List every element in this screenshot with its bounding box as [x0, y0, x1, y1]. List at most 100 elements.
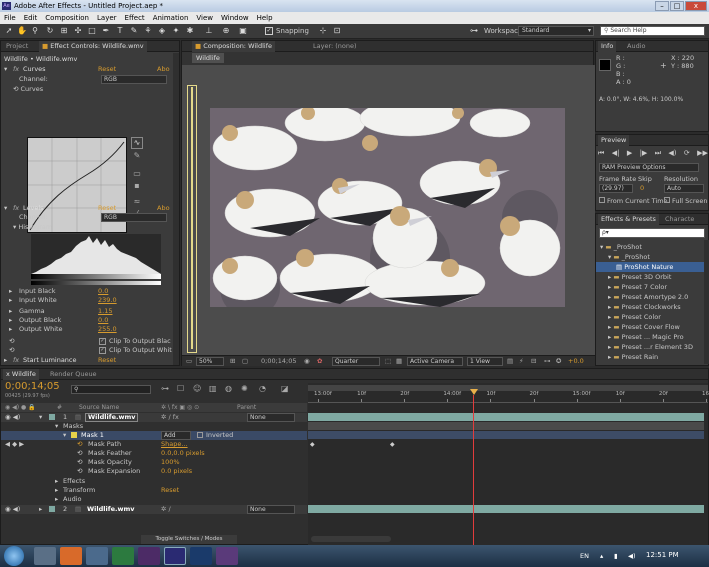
levels-reset-link[interactable]: Reset	[98, 204, 116, 213]
explorer-icon[interactable]	[34, 547, 56, 565]
selection-tool-icon[interactable]: ➚	[4, 26, 14, 36]
menu-layer[interactable]: Layer	[93, 12, 121, 24]
curves-channel-select[interactable]: RGB	[101, 75, 167, 84]
menu-view[interactable]: View	[192, 12, 217, 24]
menu-file[interactable]: File	[0, 12, 20, 24]
brush-tool-icon[interactable]: ✎	[129, 26, 139, 36]
levels-about-link[interactable]: Abo	[157, 204, 170, 213]
expand-triangle-icon[interactable]: ▾	[39, 413, 42, 422]
stopwatch-icon[interactable]: ⟲	[77, 458, 82, 467]
camera-tool-icon[interactable]: ⊞	[59, 26, 69, 36]
menu-effect[interactable]: Effect	[121, 12, 149, 24]
snap-edges-icon[interactable]: ⊡	[332, 26, 342, 36]
effects-list-item[interactable]: ▸ ▬ Preset Amortype 2.0	[596, 292, 704, 302]
ram-preview-icon[interactable]: ▶▶	[697, 149, 708, 159]
resolution-select[interactable]: Quarter	[332, 357, 380, 366]
start-button-icon[interactable]	[4, 546, 24, 566]
menu-help[interactable]: Help	[253, 12, 277, 24]
parent-select[interactable]: None	[247, 505, 295, 514]
tab-character[interactable]: Characte	[662, 214, 697, 225]
zoom-tool-icon[interactable]: ⚲	[30, 26, 40, 36]
view-layout-select[interactable]: 1 View	[467, 357, 503, 366]
tab-layer[interactable]: Layer: (none)	[310, 41, 360, 52]
world-axis-icon[interactable]: ⊕	[221, 26, 231, 36]
timeline-timecode[interactable]: 0;00;14;05	[5, 381, 60, 392]
levels-output-gradient[interactable]	[31, 281, 161, 285]
effects-search-input[interactable]: ρ▾	[599, 228, 705, 238]
label-color-swatch[interactable]	[49, 506, 55, 512]
parent-header[interactable]: Parent	[237, 403, 256, 412]
layer-name[interactable]: Wildlife.wmv	[87, 505, 134, 514]
effects-list-item[interactable]: ▾ ▬ _ProShot	[596, 242, 704, 252]
audio-icon[interactable]: ◀)	[668, 149, 676, 159]
visibility-eye-icon[interactable]: ◉ ◀)	[5, 413, 20, 422]
play-icon[interactable]: ▶	[627, 149, 632, 159]
curves-effect-row[interactable]: ▾ fx Curves Reset Abo	[1, 65, 179, 74]
tab-effects-presets[interactable]: Effects & Presets	[598, 214, 659, 225]
brainstorm-icon[interactable]: ✺	[241, 384, 248, 393]
levels-input-gradient[interactable]	[31, 274, 161, 279]
ie-icon[interactable]	[86, 547, 108, 565]
start-luminance-row[interactable]: ▸ fx Start Luminance Reset	[1, 356, 179, 365]
effects-list-item[interactable]: ▸ ▬ Preset Cover Flow	[596, 322, 704, 332]
eraser-tool-icon[interactable]: ◈	[157, 26, 167, 36]
timeline-icon[interactable]: ⊟	[531, 357, 536, 365]
graph-editor-icon[interactable]: ◔	[259, 384, 266, 393]
maximize-button[interactable]: □	[670, 1, 684, 11]
tab-info[interactable]: Info	[598, 41, 617, 52]
search-help-input[interactable]: ⚲ Search Help	[600, 26, 705, 36]
local-axis-icon[interactable]: ⊥	[204, 26, 214, 36]
effects-list-item[interactable]: ▸ ▬ Preset ...r Element 3D	[596, 342, 704, 352]
menu-edit[interactable]: Edit	[20, 12, 42, 24]
fast-preview-icon[interactable]: ⚡	[519, 357, 524, 365]
photoshop-icon[interactable]	[190, 547, 212, 565]
layer-2-duration-bar[interactable]	[308, 505, 704, 513]
snapshot-icon[interactable]: ◉	[304, 357, 310, 365]
premiere-icon[interactable]	[138, 547, 160, 565]
menu-window[interactable]: Window	[217, 12, 253, 24]
shy-layers-icon[interactable]: ☺	[193, 384, 201, 393]
curve-tool-icon[interactable]: ∿	[131, 137, 143, 149]
ram-preview-options-select[interactable]: RAM Preview Options	[599, 163, 699, 172]
rotate-tool-icon[interactable]: ↻	[45, 26, 55, 36]
stopwatch-icon[interactable]: ⟲	[9, 346, 14, 355]
inverted-checkbox[interactable]	[197, 432, 203, 438]
curves-reset-link[interactable]: Reset	[98, 65, 116, 74]
tab-render-queue[interactable]: Render Queue	[47, 369, 100, 380]
time-ruler[interactable]: 13:00f 10f 20f 14:00f 10f 20f 15:00f 10f 20f 16:0	[308, 391, 709, 403]
levels-effect-row[interactable]: ▾ fx Levels Reset Abo	[1, 204, 179, 213]
mask-path-value[interactable]: Shape...	[161, 440, 188, 449]
loop-icon[interactable]: ⟳	[684, 149, 690, 159]
tray-arrow-icon[interactable]: ▴	[600, 552, 603, 560]
pan-behind-tool-icon[interactable]: ✣	[73, 26, 83, 36]
timeline-graph-area[interactable]: 13:00f 10f 20f 14:00f 10f 20f 15:00f 10f 20f 16:0…	[308, 383, 709, 545]
last-frame-icon[interactable]: ⏭	[655, 149, 661, 159]
stopwatch-icon[interactable]: ⟲	[9, 337, 14, 346]
stopwatch-icon[interactable]: ⟲	[77, 440, 82, 449]
prev-frame-icon[interactable]: ◀|	[612, 149, 620, 159]
param-value[interactable]: 0.0	[98, 316, 108, 325]
zoom-slider[interactable]	[311, 536, 391, 542]
param-value[interactable]: 239.0	[98, 296, 117, 305]
skip-value[interactable]: 0	[640, 184, 644, 192]
rectangle-tool-icon[interactable]: □	[87, 26, 97, 36]
open-folder-icon[interactable]: ▭	[131, 169, 143, 179]
comp-viewer[interactable]	[182, 65, 595, 355]
workspace-switch-icon[interactable]: ⊶	[466, 26, 482, 36]
menu-composition[interactable]: Composition	[41, 12, 93, 24]
region-of-interest-icon[interactable]: ⬚	[385, 357, 391, 365]
minimize-button[interactable]: –	[655, 1, 669, 11]
safe-zones-icon[interactable]: ▢	[242, 357, 248, 365]
camera-select[interactable]: Active Camera	[407, 357, 463, 366]
snap-option-icon[interactable]: ⊹	[318, 26, 328, 36]
close-button[interactable]: x	[685, 1, 707, 11]
layer-1-duration-bar[interactable]	[308, 413, 704, 421]
tab-composition[interactable]: ■ Composition: Wildlife	[192, 41, 275, 52]
comp-mini-flowchart-icon[interactable]: ⊶	[161, 384, 169, 393]
mask-opacity-value[interactable]: 100%	[161, 458, 180, 467]
next-frame-icon[interactable]: |▶	[640, 149, 648, 159]
effects-list-item[interactable]: ▸ ▬ Preset Clockworks	[596, 302, 704, 312]
exposure-value[interactable]: +0.0	[568, 357, 584, 365]
pencil-tool-icon[interactable]: ✎	[131, 151, 143, 161]
grid-icon[interactable]: ⊞	[230, 357, 235, 365]
